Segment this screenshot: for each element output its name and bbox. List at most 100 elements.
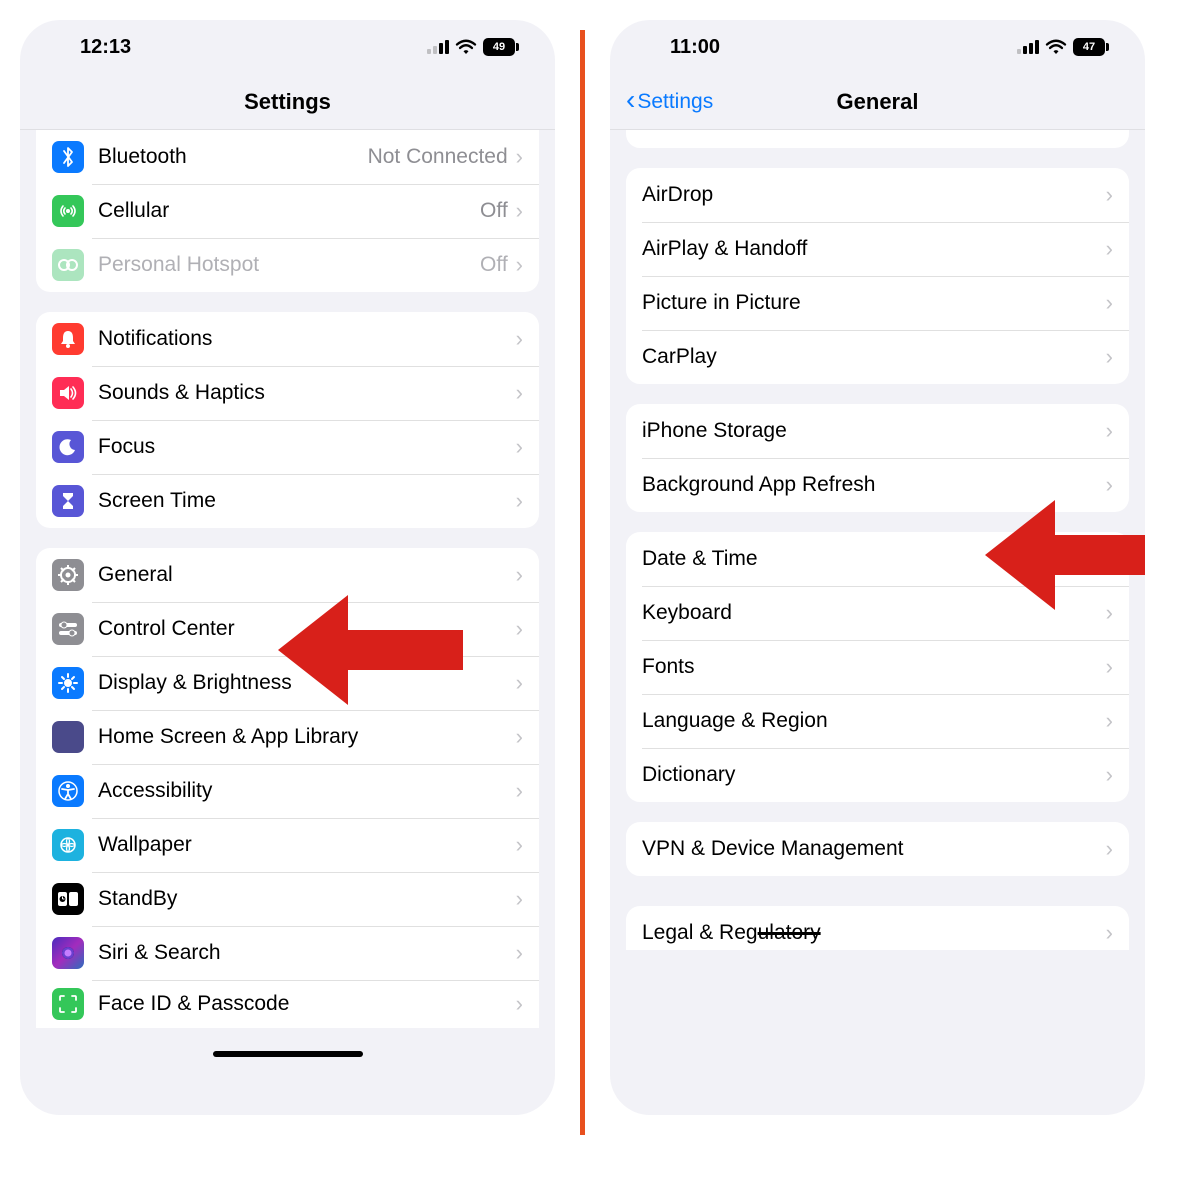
cellular-icon xyxy=(52,195,84,227)
brightness-icon xyxy=(52,667,84,699)
chevron-right-icon: › xyxy=(516,434,523,460)
chevron-right-icon: › xyxy=(516,380,523,406)
row-display-brightness[interactable]: Display & Brightness › xyxy=(36,656,539,710)
row-home-screen[interactable]: Home Screen & App Library › xyxy=(36,710,539,764)
screen-time-icon xyxy=(52,485,84,517)
row-label: General xyxy=(98,563,516,587)
control-center-icon xyxy=(52,613,84,645)
group-legal: Legal & Regulatory › xyxy=(626,906,1129,950)
chevron-right-icon: › xyxy=(516,940,523,966)
gear-icon xyxy=(52,559,84,591)
row-airdrop[interactable]: AirDrop › xyxy=(626,168,1129,222)
chevron-right-icon: › xyxy=(1106,182,1113,208)
row-legal-regulatory[interactable]: Legal & Regulatory › xyxy=(626,906,1129,950)
back-button[interactable]: ‹ Settings xyxy=(626,74,713,129)
status-bar: 11:00 47 xyxy=(610,20,1145,74)
chevron-right-icon: › xyxy=(516,252,523,278)
row-label: CarPlay xyxy=(642,345,1106,369)
standby-icon xyxy=(52,883,84,915)
group-storage: iPhone Storage › Background App Refresh … xyxy=(626,404,1129,512)
chevron-right-icon: › xyxy=(1106,290,1113,316)
nav-title: General xyxy=(837,89,919,115)
chevron-right-icon: › xyxy=(516,326,523,352)
row-label: Picture in Picture xyxy=(642,291,1106,315)
row-carplay[interactable]: CarPlay › xyxy=(626,330,1129,384)
nav-title: Settings xyxy=(244,89,331,115)
row-label: Notifications xyxy=(98,327,516,351)
sounds-icon xyxy=(52,377,84,409)
row-label: Screen Time xyxy=(98,489,516,513)
row-label: Control Center xyxy=(98,617,516,641)
chevron-right-icon: › xyxy=(516,488,523,514)
row-label: AirDrop xyxy=(642,183,1106,207)
group-general: General › Control Center › Display & Bri… xyxy=(36,548,539,1028)
row-wallpaper[interactable]: Wallpaper › xyxy=(36,818,539,872)
group-vpn: VPN & Device Management › xyxy=(626,822,1129,876)
row-fonts[interactable]: Fonts › xyxy=(626,640,1129,694)
general-screen: 11:00 47 ‹ Settings General AirDrop › xyxy=(610,20,1145,1115)
chevron-right-icon: › xyxy=(516,616,523,642)
row-personal-hotspot[interactable]: Personal Hotspot Off › xyxy=(36,238,539,292)
row-faceid-passcode[interactable]: Face ID & Passcode › xyxy=(36,980,539,1028)
settings-screen: 12:13 49 Settings Bluetooth Not Connecte… xyxy=(20,20,555,1115)
row-bluetooth[interactable]: Bluetooth Not Connected › xyxy=(36,130,539,184)
chevron-right-icon: › xyxy=(1106,546,1113,572)
chevron-right-icon: › xyxy=(1106,418,1113,444)
cellular-signal-icon xyxy=(1017,40,1039,54)
focus-icon xyxy=(52,431,84,463)
group-airplay: AirDrop › AirPlay & Handoff › Picture in… xyxy=(626,168,1129,384)
battery-icon: 49 xyxy=(483,38,515,56)
status-time: 12:13 xyxy=(80,36,131,59)
row-dictionary[interactable]: Dictionary › xyxy=(626,748,1129,802)
row-picture-in-picture[interactable]: Picture in Picture › xyxy=(626,276,1129,330)
row-language-region[interactable]: Language & Region › xyxy=(626,694,1129,748)
back-label: Settings xyxy=(637,90,713,114)
chevron-right-icon: › xyxy=(1106,600,1113,626)
screenshot-divider xyxy=(580,30,585,1135)
row-focus[interactable]: Focus › xyxy=(36,420,539,474)
chevron-right-icon: › xyxy=(516,991,523,1017)
wallpaper-icon xyxy=(52,829,84,861)
row-general[interactable]: General › xyxy=(36,548,539,602)
status-bar: 12:13 49 xyxy=(20,20,555,74)
row-date-time[interactable]: Date & Time › xyxy=(626,532,1129,586)
row-accessibility[interactable]: Accessibility › xyxy=(36,764,539,818)
row-vpn-device-management[interactable]: VPN & Device Management › xyxy=(626,822,1129,876)
chevron-right-icon: › xyxy=(516,778,523,804)
wifi-icon xyxy=(1045,39,1067,55)
group-datetime: Date & Time › Keyboard › Fonts › Languag… xyxy=(626,532,1129,802)
bluetooth-icon xyxy=(52,141,84,173)
group-connectivity: Bluetooth Not Connected › Cellular Off › xyxy=(36,130,539,292)
row-background-app-refresh[interactable]: Background App Refresh › xyxy=(626,458,1129,512)
row-airplay-handoff[interactable]: AirPlay & Handoff › xyxy=(626,222,1129,276)
row-keyboard[interactable]: Keyboard › xyxy=(626,586,1129,640)
chevron-right-icon: › xyxy=(1106,920,1113,946)
row-standby[interactable]: StandBy › xyxy=(36,872,539,926)
hotspot-icon xyxy=(52,249,84,281)
row-value: Off xyxy=(480,253,508,277)
nav-bar: Settings xyxy=(20,74,555,130)
row-label: Keyboard xyxy=(642,601,1106,625)
row-label: VPN & Device Management xyxy=(642,837,1106,861)
group-alerts: Notifications › Sounds & Haptics › Focus… xyxy=(36,312,539,528)
wifi-icon xyxy=(455,39,477,55)
row-sounds-haptics[interactable]: Sounds & Haptics › xyxy=(36,366,539,420)
notifications-icon xyxy=(52,323,84,355)
row-screen-time[interactable]: Screen Time › xyxy=(36,474,539,528)
row-label: Home Screen & App Library xyxy=(98,725,516,749)
row-control-center[interactable]: Control Center › xyxy=(36,602,539,656)
row-label: Sounds & Haptics xyxy=(98,381,516,405)
row-label: Cellular xyxy=(98,199,480,223)
row-notifications[interactable]: Notifications › xyxy=(36,312,539,366)
row-siri-search[interactable]: Siri & Search › xyxy=(36,926,539,980)
chevron-right-icon: › xyxy=(1106,836,1113,862)
row-cellular[interactable]: Cellular Off › xyxy=(36,184,539,238)
row-label: AirPlay & Handoff xyxy=(642,237,1106,261)
home-indicator[interactable] xyxy=(213,1051,363,1057)
nav-bar: ‹ Settings General xyxy=(610,74,1145,130)
home-screen-icon xyxy=(52,721,84,753)
cellular-signal-icon xyxy=(427,40,449,54)
battery-icon: 47 xyxy=(1073,38,1105,56)
chevron-right-icon: › xyxy=(1106,762,1113,788)
row-iphone-storage[interactable]: iPhone Storage › xyxy=(626,404,1129,458)
